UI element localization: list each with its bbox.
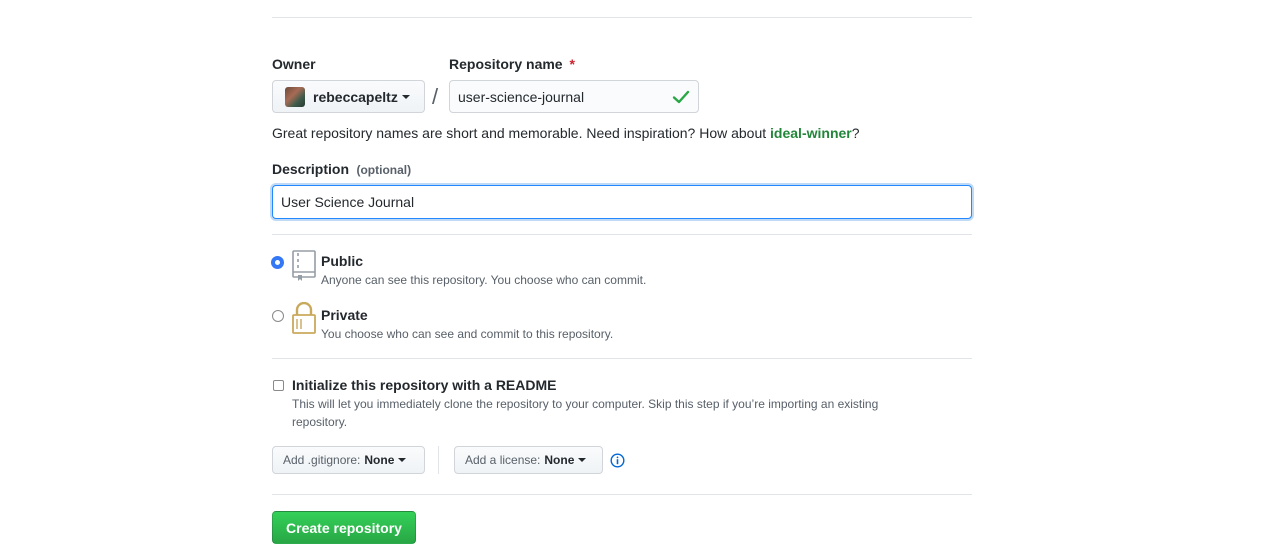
repo-name-value: user-science-journal [458,88,585,105]
name-hint-end: ? [851,125,860,141]
repo-name-input[interactable]: user-science-journal [449,80,699,113]
repo-name-label: Repository name * [449,56,575,72]
readme-title: Initialize this repository with a README [292,377,557,393]
avatar [285,86,305,107]
submit-divider [272,494,972,495]
visibility-divider [272,234,972,235]
description-input[interactable]: User Science Journal [272,185,972,219]
description-label: Description (optional) [272,161,411,179]
owner-dropdown[interactable]: rebeccapeltz [272,80,425,113]
suggested-name-link[interactable]: ideal-winner [770,125,852,141]
private-radio[interactable] [272,310,284,322]
init-divider [272,358,972,359]
license-label: Add a license: [465,453,541,467]
license-value: None [544,453,575,467]
owner-label: Owner [272,56,316,72]
info-icon[interactable] [610,453,625,473]
gitignore-dropdown[interactable]: Add .gitignore: None [272,446,425,474]
description-label-text: Description [272,161,350,177]
owner-repo-separator: / [432,84,439,109]
create-repository-button[interactable]: Create repository [272,511,416,544]
public-note: Anyone can see this repository. You choo… [321,273,647,287]
chevron-down-icon [401,94,410,99]
readme-note-line1: This will let you immediately clone the … [292,397,879,411]
dropdown-separator [438,446,439,474]
name-hint-text: Great repository names are short and mem… [272,125,771,141]
lock-icon [291,301,317,339]
private-note: You choose who can see and commit to thi… [321,327,614,341]
top-divider [272,17,972,18]
gitignore-label: Add .gitignore: [283,453,361,467]
readme-note-line2: repository. [292,415,348,429]
chevron-down-icon [398,458,407,462]
description-value: User Science Journal [281,194,415,210]
name-hint: Great repository names are short and mem… [272,125,860,141]
repo-book-icon [291,250,317,287]
readme-checkbox[interactable] [273,380,284,391]
public-title: Public [321,253,364,269]
required-mark: * [569,56,575,72]
optional-note: (optional) [356,163,412,177]
public-radio[interactable] [271,256,284,269]
repo-name-label-text: Repository name [449,56,563,72]
check-icon [672,89,690,108]
gitignore-value: None [364,453,395,467]
private-title: Private [321,307,368,323]
chevron-down-icon [578,458,587,462]
license-dropdown[interactable]: Add a license: None [454,446,603,474]
owner-name: rebeccapeltz [313,88,398,105]
